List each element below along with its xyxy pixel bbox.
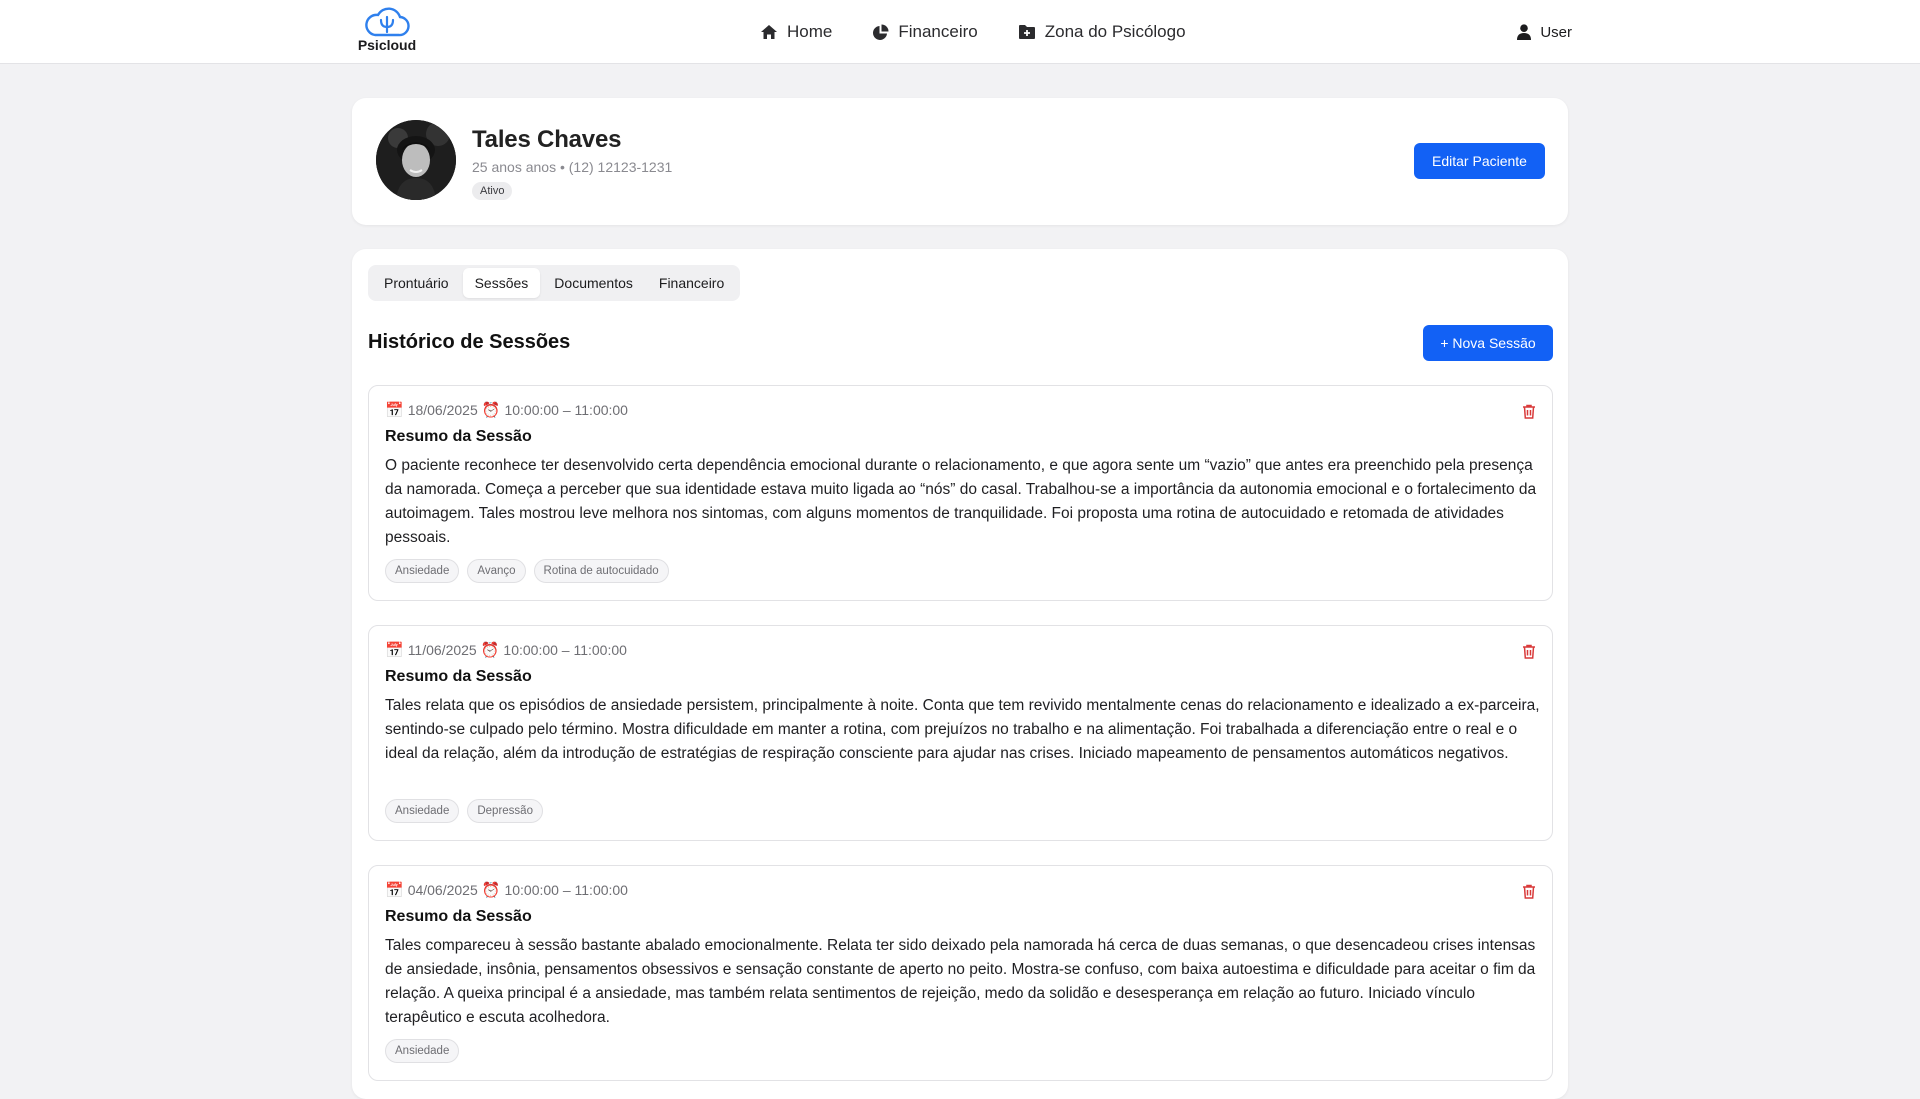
session-time: 10:00:00 – 11:00:00 — [504, 402, 628, 418]
user-icon — [1517, 24, 1532, 40]
meta-separator: • — [559, 159, 565, 175]
tab-documentos[interactable]: Documentos — [542, 268, 645, 298]
session-card: 📅 04/06/2025 ⏰ 10:00:00 – 11:00:00 Resum… — [368, 865, 1553, 1081]
patient-name: Tales Chaves — [472, 126, 622, 153]
tag: Depressão — [467, 799, 543, 823]
patient-meta: 25 anos anos • (12) 12123-1231 — [472, 159, 672, 175]
sessions-panel: Prontuário Sessões Documentos Financeiro… — [352, 249, 1568, 1099]
top-navbar: Psicloud Home Financeiro Zona do Psicólo… — [0, 0, 1920, 64]
alarm-clock-icon: ⏰ — [480, 641, 500, 659]
session-summary-text: Tales compareceu à sessão bastante abala… — [385, 937, 1536, 1026]
session-date: 18/06/2025 — [407, 402, 478, 418]
calendar-icon: 📅 — [385, 881, 404, 899]
session-tags: Ansiedade Avanço Rotina de autocuidado — [385, 559, 669, 583]
nav-zona-psicologo[interactable]: Zona do Psicólogo — [1018, 22, 1186, 42]
session-datetime: 📅 04/06/2025 ⏰ 10:00:00 – 11:00:00 — [385, 882, 628, 898]
brand-logo[interactable]: Psicloud — [357, 7, 417, 53]
tag: Avanço — [467, 559, 526, 583]
session-datetime: 📅 11/06/2025 ⏰ 10:00:00 – 11:00:00 — [385, 642, 627, 658]
patient-age: 25 anos anos — [472, 159, 557, 175]
session-summary-text: O paciente reconhece ter desenvolvido ce… — [385, 457, 1537, 546]
session-date: 04/06/2025 — [407, 882, 478, 898]
user-menu[interactable]: User — [1517, 0, 1572, 64]
tag: Ansiedade — [385, 799, 460, 823]
tab-sessoes[interactable]: Sessões — [462, 268, 541, 298]
brand-name: Psicloud — [357, 37, 417, 53]
calendar-icon: 📅 — [385, 401, 404, 419]
edit-patient-button[interactable]: Editar Paciente — [1414, 143, 1545, 179]
alarm-clock-icon: ⏰ — [481, 401, 501, 419]
patient-avatar — [376, 120, 456, 200]
tag: Ansiedade — [385, 1039, 460, 1063]
session-summary-title: Resumo da Sessão — [385, 668, 532, 685]
pie-chart-icon — [873, 24, 889, 40]
patient-phone: (12) 12123-1231 — [568, 159, 673, 175]
patient-tabs: Prontuário Sessões Documentos Financeiro — [368, 265, 741, 301]
session-summary-title: Resumo da Sessão — [385, 428, 532, 445]
session-tags: Ansiedade — [385, 1039, 460, 1063]
nav-home-label: Home — [787, 22, 833, 41]
session-date: 11/06/2025 — [407, 642, 477, 658]
tab-prontuario[interactable]: Prontuário — [372, 268, 461, 298]
trash-icon[interactable] — [1522, 884, 1536, 904]
nav-financeiro[interactable]: Financeiro — [872, 22, 978, 42]
home-icon — [761, 25, 777, 39]
user-label: User — [1540, 23, 1572, 41]
session-time: 10:00:00 – 11:00:00 — [504, 882, 628, 898]
nav-financeiro-label: Financeiro — [898, 22, 978, 41]
cloud-psi-icon — [365, 7, 410, 37]
nav-zona-label: Zona do Psicólogo — [1044, 22, 1186, 41]
trash-icon[interactable] — [1522, 404, 1536, 424]
section-title: Histórico de Sessões — [368, 331, 571, 353]
session-datetime: 📅 18/06/2025 ⏰ 10:00:00 – 11:00:00 — [385, 402, 628, 418]
trash-icon[interactable] — [1522, 644, 1536, 664]
patient-card: Tales Chaves 25 anos anos • (12) 12123-1… — [352, 98, 1568, 225]
session-tags: Ansiedade Depressão — [385, 799, 543, 823]
session-card: 📅 18/06/2025 ⏰ 10:00:00 – 11:00:00 Resum… — [368, 385, 1553, 601]
session-summary-title: Resumo da Sessão — [385, 908, 532, 925]
tag: Rotina de autocuidado — [533, 559, 669, 583]
session-time: 10:00:00 – 11:00:00 — [503, 642, 627, 658]
new-session-button[interactable]: + Nova Sessão — [1423, 325, 1553, 361]
avatar-image — [376, 120, 456, 200]
tab-financeiro[interactable]: Financeiro — [647, 268, 736, 298]
status-badge: Ativo — [472, 182, 513, 200]
calendar-icon: 📅 — [385, 641, 404, 659]
nav-home[interactable]: Home — [760, 22, 832, 42]
alarm-clock-icon: ⏰ — [481, 881, 501, 899]
tag: Ansiedade — [385, 559, 460, 583]
folder-plus-icon — [1018, 25, 1035, 39]
session-summary-text: Tales relata que os episódios de ansieda… — [385, 697, 1540, 762]
session-card: 📅 11/06/2025 ⏰ 10:00:00 – 11:00:00 Resum… — [368, 625, 1553, 841]
